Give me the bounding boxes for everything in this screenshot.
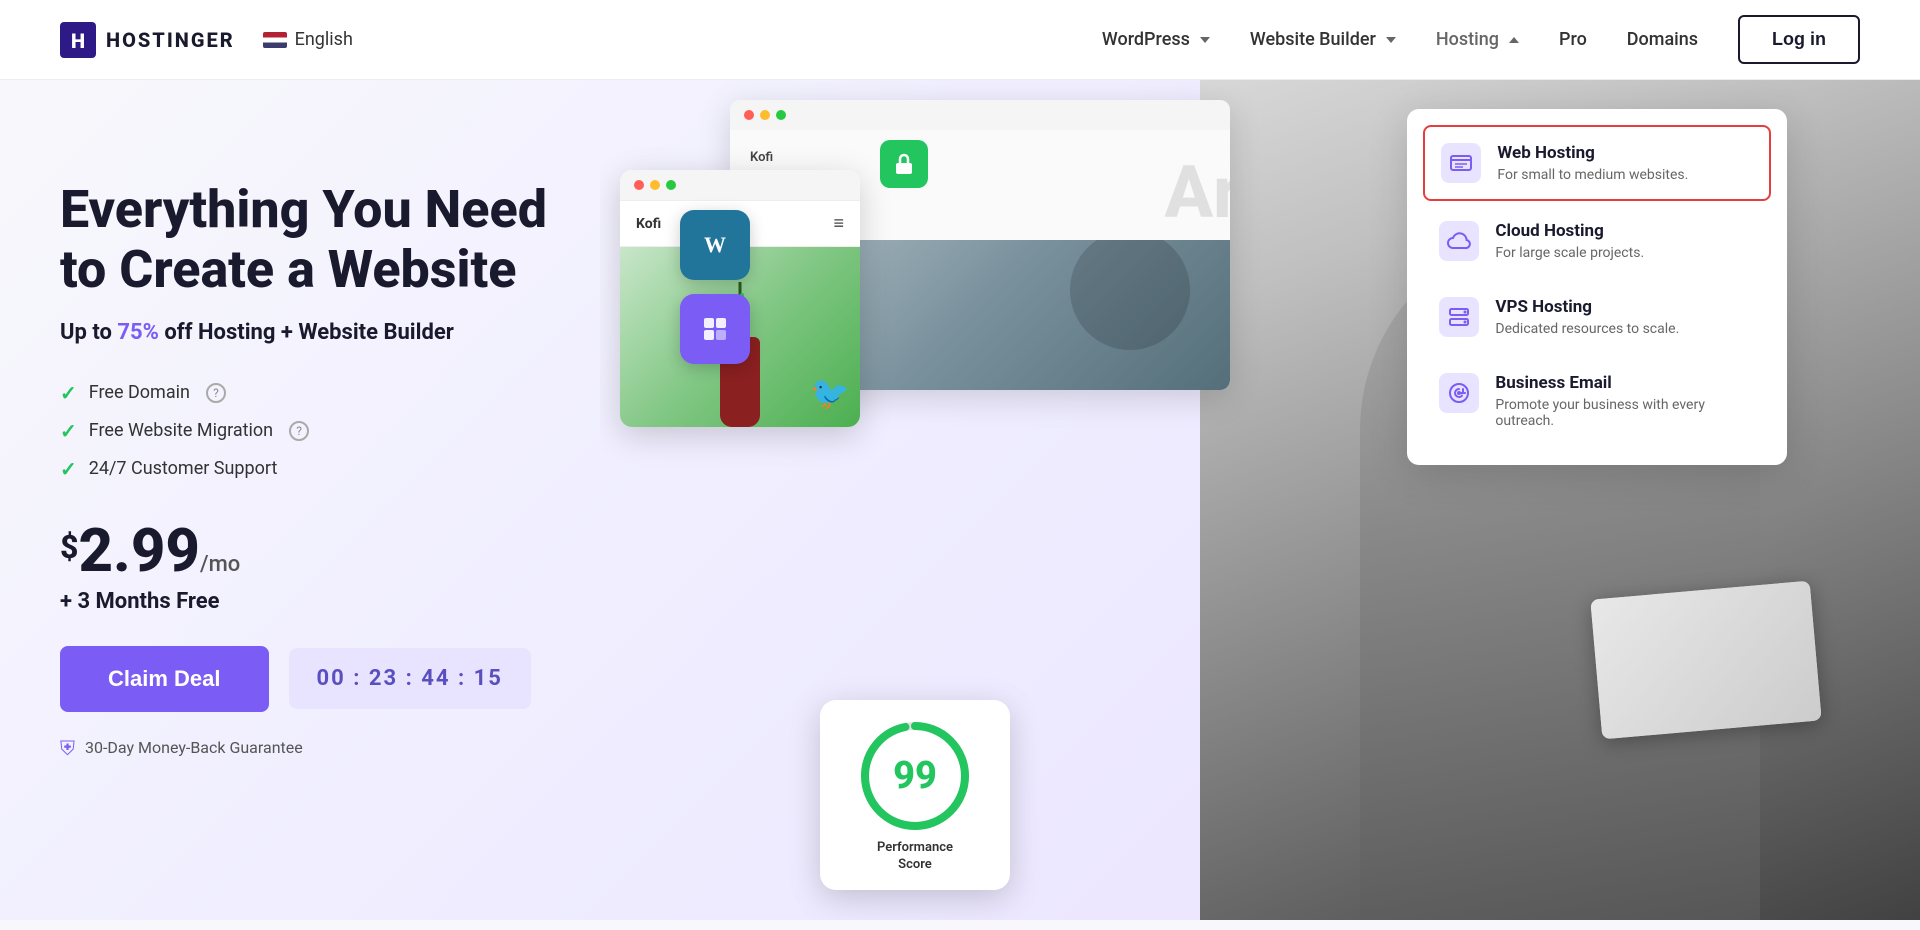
brand-name: HOSTINGER — [106, 28, 235, 52]
dot-yellow — [650, 180, 660, 190]
navbar-nav: WordPress Website Builder Hosting — [1102, 15, 1860, 64]
svg-text:W: W — [704, 232, 726, 257]
hamburger-icon: ≡ — [833, 213, 844, 234]
business-email-title: Business Email — [1495, 373, 1755, 393]
navbar-left: H HOSTINGER English — [60, 22, 353, 58]
logo[interactable]: H HOSTINGER — [60, 22, 235, 58]
feature-support: ✓ 24/7 Customer Support — [60, 457, 580, 481]
nav-item-domains[interactable]: Domains — [1627, 29, 1698, 50]
cta-row: Claim Deal 00 : 23 : 44 : 15 — [60, 646, 580, 712]
cloud-hosting-content: Cloud Hosting For large scale projects. — [1495, 221, 1644, 261]
help-icon-domain[interactable]: ? — [206, 383, 226, 403]
builder-icon — [680, 294, 750, 364]
dot-green — [666, 180, 676, 190]
dropdown-item-business-email[interactable]: Business Email Promote your business wit… — [1423, 357, 1771, 445]
countdown-timer: 00 : 23 : 44 : 15 — [289, 648, 531, 709]
lock-badge — [880, 140, 928, 188]
phone-bar — [620, 170, 860, 201]
money-back-guarantee: ⛨ 30-Day Money-Back Guarantee — [60, 736, 580, 760]
hosting-dropdown: Web Hosting For small to medium websites… — [1407, 109, 1787, 465]
subtitle-suffix: off Hosting + Website Builder — [159, 320, 454, 345]
logo-icon: H — [60, 22, 96, 58]
cloud-hosting-title: Cloud Hosting — [1495, 221, 1644, 241]
art-circle-2 — [1070, 240, 1190, 350]
vps-hosting-title: VPS Hosting — [1495, 297, 1679, 317]
web-hosting-icon — [1441, 143, 1481, 183]
cloud-hosting-icon — [1439, 221, 1479, 261]
kofi-label-desktop: Kofi — [750, 150, 1210, 165]
performance-circle: 99 — [855, 716, 975, 836]
chevron-up-icon — [1509, 37, 1519, 43]
dot-red — [744, 110, 754, 120]
art-text: Ar — [1164, 150, 1230, 235]
bird-icon: 🐦 — [810, 374, 850, 412]
business-email-icon — [1439, 373, 1479, 413]
feature-label: 24/7 Customer Support — [89, 458, 278, 479]
hero-subtitle: Up to 75% off Hosting + Website Builder — [60, 320, 580, 345]
shield-icon: ⛨ — [60, 736, 75, 760]
feature-free-domain: ✓ Free Domain ? — [60, 381, 580, 405]
dropdown-item-web-hosting[interactable]: Web Hosting For small to medium websites… — [1423, 125, 1771, 201]
check-icon: ✓ — [60, 419, 77, 443]
claim-deal-button[interactable]: Claim Deal — [60, 646, 269, 712]
login-button[interactable]: Log in — [1738, 15, 1860, 64]
feature-label: Free Domain — [89, 382, 190, 403]
performance-label: PerformanceScore — [877, 840, 953, 874]
flag-icon — [263, 32, 287, 48]
dropdown-item-cloud-hosting[interactable]: Cloud Hosting For large scale projects. — [1423, 205, 1771, 277]
chevron-down-icon — [1200, 37, 1210, 43]
hosting-nav-wrap: Hosting Web Hosting — [1436, 29, 1519, 50]
subtitle-prefix: Up to — [60, 320, 117, 345]
kofi-label-phone: Kofi — [636, 216, 661, 232]
nav-item-pro[interactable]: Pro — [1559, 29, 1587, 50]
language-label: English — [295, 29, 353, 50]
hero-title: Everything You Need to Create a Website — [60, 180, 580, 300]
help-icon-migration[interactable]: ? — [289, 421, 309, 441]
price-display: $2.99/mo — [60, 521, 580, 581]
web-hosting-content: Web Hosting For small to medium websites… — [1497, 143, 1688, 183]
price-amount: 2.99 — [78, 515, 200, 586]
wordpress-icon: W — [680, 210, 750, 280]
vps-hosting-content: VPS Hosting Dedicated resources to scale… — [1495, 297, 1679, 337]
guarantee-label: 30-Day Money-Back Guarantee — [85, 738, 303, 757]
business-email-desc: Promote your business with every outreac… — [1495, 397, 1755, 429]
price-period: /mo — [200, 552, 240, 577]
mockup-bar — [730, 100, 1230, 130]
nav-item-website-builder[interactable]: Website Builder — [1250, 29, 1396, 50]
language-selector[interactable]: English — [263, 29, 353, 50]
free-months-label: + 3 Months Free — [60, 589, 580, 614]
svg-text:H: H — [71, 29, 85, 53]
business-email-content: Business Email Promote your business wit… — [1495, 373, 1755, 429]
app-icons: W — [680, 210, 750, 364]
dot-green — [776, 110, 786, 120]
feature-label: Free Website Migration — [89, 420, 273, 441]
laptop-screen — [1590, 581, 1821, 740]
web-hosting-title: Web Hosting — [1497, 143, 1688, 163]
dot-yellow — [760, 110, 770, 120]
performance-score: 99 — [893, 754, 937, 798]
web-hosting-desc: For small to medium websites. — [1497, 167, 1688, 183]
dropdown-item-vps-hosting[interactable]: VPS Hosting Dedicated resources to scale… — [1423, 281, 1771, 353]
price-dollar: $ — [60, 531, 78, 563]
vps-hosting-desc: Dedicated resources to scale. — [1495, 321, 1679, 337]
dot-red — [634, 180, 644, 190]
hero-content: Everything You Need to Create a Website … — [60, 140, 580, 920]
price-block: $2.99/mo + 3 Months Free — [60, 521, 580, 614]
check-icon: ✓ — [60, 381, 77, 405]
vps-hosting-icon — [1439, 297, 1479, 337]
discount-text: 75% — [117, 320, 159, 345]
feature-free-migration: ✓ Free Website Migration ? — [60, 419, 580, 443]
chevron-down-icon — [1386, 37, 1396, 43]
performance-widget: 99 PerformanceScore — [820, 700, 1010, 890]
nav-item-wordpress[interactable]: WordPress — [1102, 29, 1210, 50]
check-icon: ✓ — [60, 457, 77, 481]
laptop-shape — [1590, 581, 1821, 740]
hero-features-list: ✓ Free Domain ? ✓ Free Website Migration… — [60, 381, 580, 481]
navbar: H HOSTINGER English WordPress Website Bu… — [0, 0, 1920, 80]
cloud-hosting-desc: For large scale projects. — [1495, 245, 1644, 261]
nav-item-hosting[interactable]: Hosting — [1436, 29, 1519, 50]
